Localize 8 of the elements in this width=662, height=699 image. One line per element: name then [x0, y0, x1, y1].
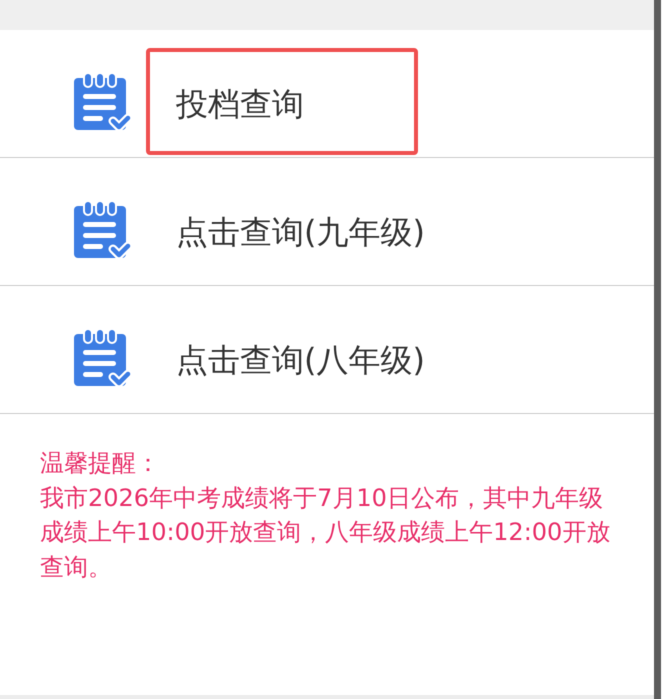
notice-text: 我市2026年中考成绩将于7月10日公布，其中九年级成绩上午10:00开放查询，八年级成绩上午12:00开放查询。	[40, 482, 612, 582]
query-link[interactable]: 投档查询	[176, 84, 304, 124]
notepad-icon	[72, 72, 132, 132]
notepad-icon	[72, 328, 132, 388]
notepad-icon	[72, 200, 132, 260]
query-link[interactable]: 点击查询(九年级)	[176, 212, 425, 252]
query-link[interactable]: 点击查询(八年级)	[176, 340, 425, 380]
notice-heading: 温馨提醒：	[40, 448, 160, 479]
